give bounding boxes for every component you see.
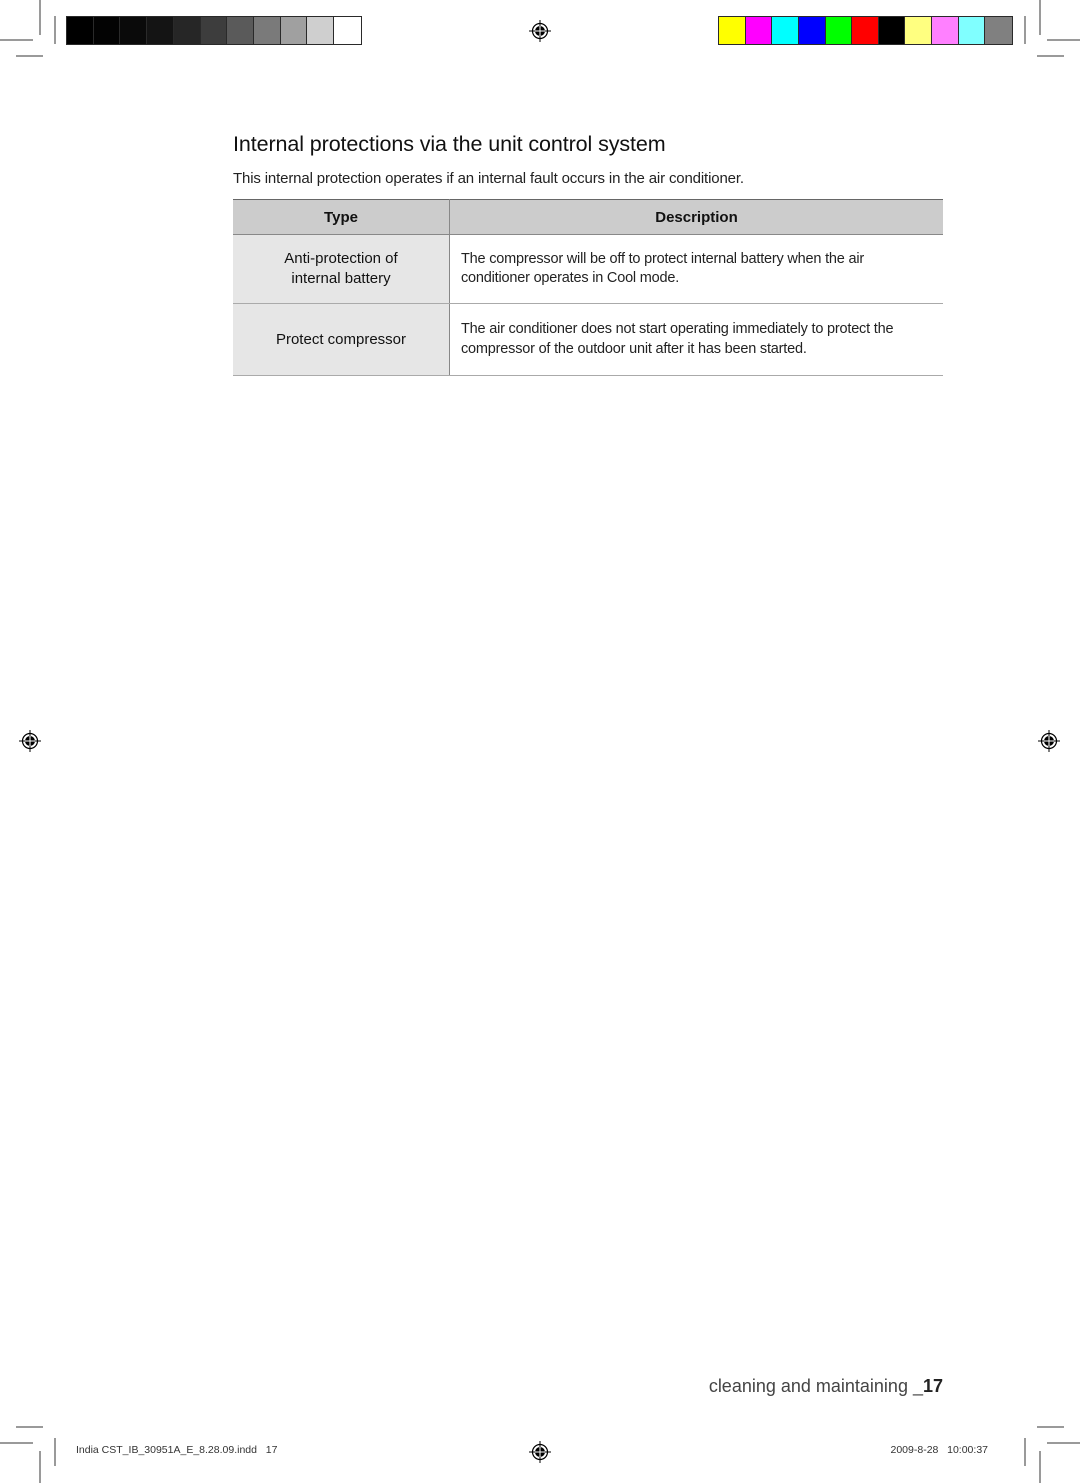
color-swatch: [334, 17, 361, 44]
crop-mark: [0, 39, 33, 41]
page-number: 17: [922, 1376, 943, 1396]
color-swatch: [932, 17, 959, 44]
registration-mark-icon: [529, 1441, 551, 1463]
type-cell: Anti-protection of internal battery: [233, 234, 450, 304]
color-swatch: [958, 17, 986, 44]
crop-mark: [0, 1442, 33, 1444]
crop-mark: [39, 1451, 41, 1483]
section-title: Internal protections via the unit contro…: [233, 132, 666, 156]
crop-mark: [1039, 0, 1041, 35]
crop-mark: [39, 0, 41, 35]
description-text: The compressor will be off to protect in…: [461, 250, 865, 267]
table-row: Anti-protection of internal battery The …: [233, 234, 943, 304]
process-color-bar: [718, 16, 1013, 45]
color-swatch: [93, 17, 121, 44]
color-swatch: [67, 17, 94, 44]
section-intro: This internal protection operates if an …: [233, 170, 744, 187]
crop-mark: [1047, 39, 1080, 41]
color-swatch: [227, 17, 255, 44]
type-text: Anti-protection of: [284, 250, 398, 267]
description-cell: The compressor will be off to protect in…: [449, 234, 943, 304]
color-swatch: [307, 17, 335, 44]
protections-table: Type Description Anti-protection of inte…: [233, 199, 943, 376]
color-swatch: [120, 17, 148, 44]
color-swatch: [985, 17, 1012, 44]
color-swatch: [719, 17, 746, 44]
color-swatch: [798, 17, 826, 44]
running-footer: cleaning and maintaining _17: [709, 1376, 943, 1397]
description-cell: The air conditioner does not start opera…: [449, 303, 943, 376]
color-swatch: [905, 17, 932, 44]
color-swatch: [745, 17, 773, 44]
slug-datetime: 2009-8-28 10:00:37: [890, 1444, 989, 1456]
color-swatch: [254, 17, 281, 44]
crop-mark: [1047, 1442, 1080, 1444]
crop-mark: [16, 55, 43, 57]
color-swatch: [825, 17, 853, 44]
color-swatch: [173, 17, 201, 44]
crop-mark: [1037, 55, 1064, 57]
crop-mark: [1037, 1426, 1064, 1428]
description-text: The air conditioner does not start opera…: [461, 321, 894, 337]
registration-mark-icon: [529, 20, 551, 42]
description-text: compressor of the outdoor unit after it …: [461, 340, 807, 357]
grayscale-color-bar: [66, 16, 362, 45]
color-swatch: [147, 17, 174, 44]
crop-mark: [54, 16, 56, 44]
crop-mark: [1024, 1438, 1026, 1466]
crop-mark: [1024, 16, 1026, 44]
color-swatch: [200, 17, 228, 44]
color-swatch: [280, 17, 308, 44]
color-swatch: [878, 17, 906, 44]
type-cell: Protect compressor: [233, 303, 450, 376]
header-description: Description: [449, 199, 943, 235]
color-swatch: [772, 17, 799, 44]
footer-section-label: cleaning and maintaining _: [708, 1376, 923, 1396]
crop-mark: [54, 1438, 56, 1466]
type-text: internal battery: [291, 270, 391, 287]
slug-filename: India CST_IB_30951A_E_8.28.09.indd 17: [76, 1444, 278, 1456]
registration-mark-icon: [1038, 730, 1060, 752]
color-swatch: [852, 17, 879, 44]
type-text: Protect compressor: [275, 330, 407, 348]
table-row: Protect compressor The air conditioner d…: [233, 303, 943, 376]
crop-mark: [16, 1426, 43, 1428]
header-type: Type: [233, 199, 450, 235]
table-header-row: Type Description: [233, 199, 943, 235]
registration-mark-icon: [19, 730, 41, 752]
description-text: conditioner operates in Cool mode.: [461, 270, 680, 286]
crop-mark: [1039, 1451, 1041, 1483]
